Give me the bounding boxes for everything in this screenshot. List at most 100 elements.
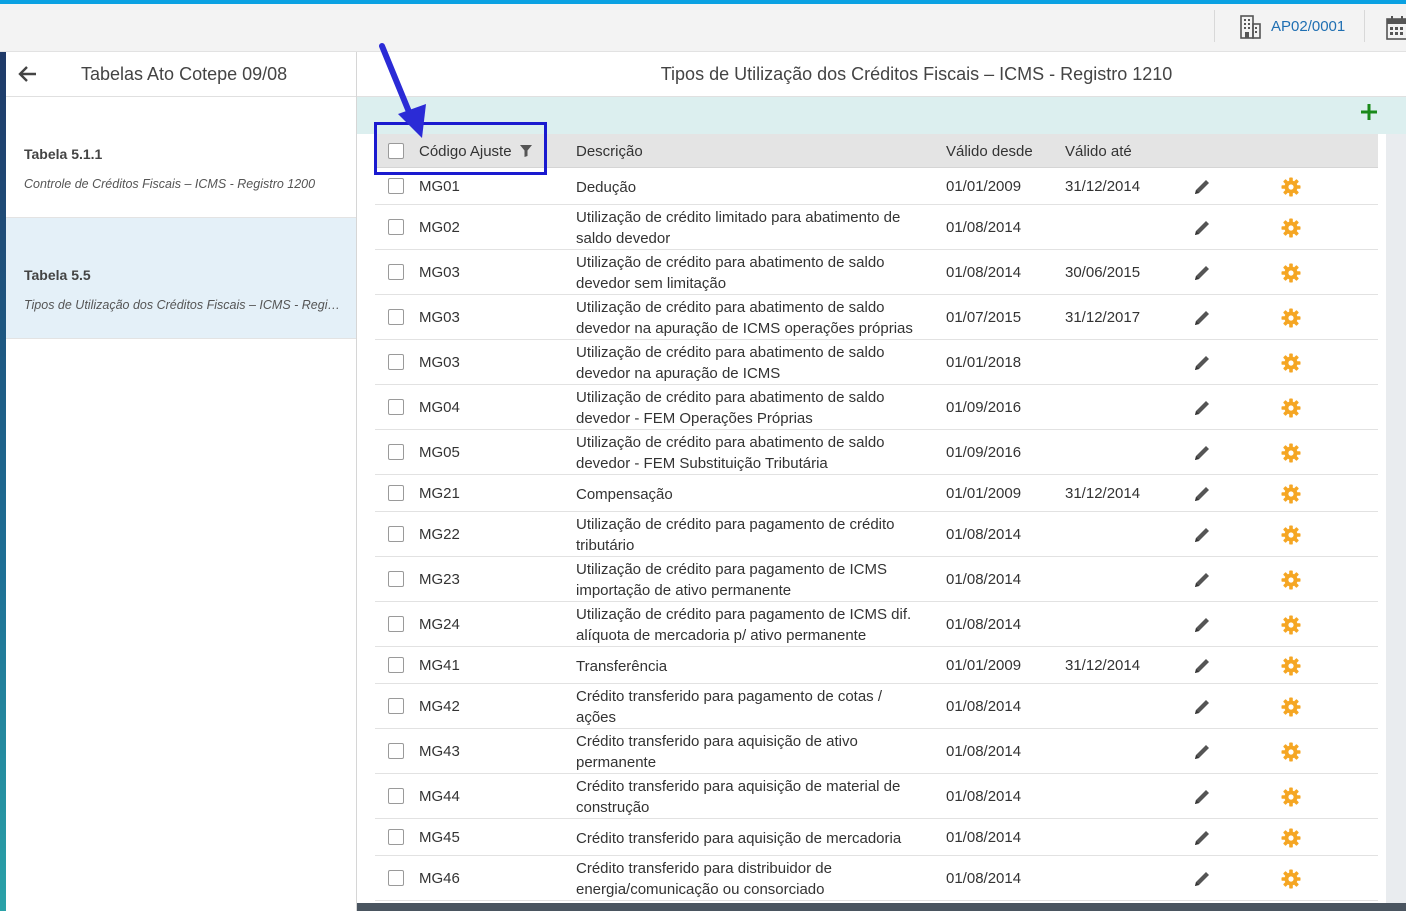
table-row[interactable]: MG04 Utilização de crédito para abatiment… [375, 385, 1378, 430]
table-row[interactable]: MG46 Crédito transferido para distribuido… [375, 856, 1378, 901]
gear-icon[interactable] [1281, 353, 1301, 373]
pencil-icon[interactable] [1192, 484, 1212, 504]
table-row[interactable]: MG23 Utilização de crédito para pagamento… [375, 557, 1378, 602]
cell-to: 30/06/2015 [1065, 264, 1141, 281]
cell-to: 31/12/2014 [1065, 657, 1141, 674]
cell-desc: Utilização de crédito para abatimento de… [576, 254, 885, 292]
pencil-icon[interactable] [1192, 263, 1212, 283]
pencil-icon[interactable] [1192, 787, 1212, 807]
pencil-icon[interactable] [1192, 869, 1212, 889]
plus-icon[interactable] [1359, 102, 1379, 122]
pencil-icon[interactable] [1192, 353, 1212, 373]
row-checkbox[interactable] [388, 354, 404, 370]
divider [1364, 10, 1365, 42]
gear-icon[interactable] [1281, 263, 1301, 283]
gear-icon[interactable] [1281, 787, 1301, 807]
gear-icon[interactable] [1281, 570, 1301, 590]
cell-from: 01/08/2014 [946, 698, 1022, 715]
column-to[interactable]: Válido até [1065, 143, 1132, 160]
pencil-icon[interactable] [1192, 615, 1212, 635]
cell-from: 01/07/2015 [946, 309, 1022, 326]
pencil-icon[interactable] [1192, 742, 1212, 762]
column-from[interactable]: Válido desde [946, 143, 1033, 160]
table-row[interactable]: MG43 Crédito transferido para aquisição d… [375, 729, 1378, 774]
pencil-icon[interactable] [1192, 177, 1212, 197]
pencil-icon[interactable] [1192, 218, 1212, 238]
table-row[interactable]: MG03 Utilização de crédito para abatiment… [375, 250, 1378, 295]
cell-code: MG43 [419, 743, 460, 760]
row-checkbox[interactable] [388, 657, 404, 673]
cell-from: 01/08/2014 [946, 829, 1022, 846]
gear-icon[interactable] [1281, 398, 1301, 418]
gear-icon[interactable] [1281, 525, 1301, 545]
cell-from: 01/01/2009 [946, 657, 1022, 674]
cell-from: 01/08/2014 [946, 788, 1022, 805]
sidebar-item-tabela-5-5[interactable]: Tabela 5.5 Tipos de Utilização dos Crédi… [6, 218, 356, 339]
calendar-icon[interactable] [1386, 15, 1406, 41]
cell-code: MG03 [419, 354, 460, 371]
table-row[interactable]: MG03 Utilização de crédito para abatiment… [375, 295, 1378, 340]
annotation-arrow-icon [379, 43, 426, 138]
table-row[interactable]: MG22 Utilização de crédito para pagamento… [375, 512, 1378, 557]
sidebar-item-desc: Tipos de Utilização dos Créditos Fiscais… [24, 298, 346, 312]
pencil-icon[interactable] [1192, 828, 1212, 848]
row-checkbox[interactable] [388, 788, 404, 804]
table-row[interactable]: MG24 Utilização de crédito para pagamento… [375, 602, 1378, 647]
row-checkbox[interactable] [388, 571, 404, 587]
row-checkbox[interactable] [388, 485, 404, 501]
gear-icon[interactable] [1281, 443, 1301, 463]
row-checkbox[interactable] [388, 870, 404, 886]
table-row[interactable]: MG45 Crédito transferido para aquisição d… [375, 819, 1378, 856]
table-row[interactable]: MG02 Utilização de crédito limitado para … [375, 205, 1378, 250]
scrollbar[interactable] [1386, 134, 1406, 904]
cell-code: MG01 [419, 178, 460, 195]
row-checkbox[interactable] [388, 743, 404, 759]
gear-icon[interactable] [1281, 697, 1301, 717]
row-checkbox[interactable] [388, 616, 404, 632]
gear-icon[interactable] [1281, 177, 1301, 197]
cell-desc: Crédito transferido para pagamento de co… [576, 688, 883, 726]
pencil-icon[interactable] [1192, 308, 1212, 328]
column-desc[interactable]: Descrição [576, 143, 643, 160]
row-checkbox[interactable] [388, 178, 404, 194]
row-checkbox[interactable] [388, 444, 404, 460]
gear-icon[interactable] [1281, 308, 1301, 328]
gear-icon[interactable] [1281, 615, 1301, 635]
row-checkbox[interactable] [388, 829, 404, 845]
cell-from: 01/08/2014 [946, 743, 1022, 760]
building-icon[interactable] [1237, 13, 1263, 41]
row-checkbox[interactable] [388, 526, 404, 542]
pencil-icon[interactable] [1192, 398, 1212, 418]
pencil-icon[interactable] [1192, 525, 1212, 545]
arrow-left-icon[interactable] [16, 62, 40, 86]
table-row[interactable]: MG03 Utilização de crédito para abatiment… [375, 340, 1378, 385]
gear-icon[interactable] [1281, 656, 1301, 676]
row-checkbox[interactable] [388, 264, 404, 280]
table-row[interactable]: MG05 Utilização de crédito para abatiment… [375, 430, 1378, 475]
table-row[interactable]: MG42 Crédito transferido para pagamento d… [375, 684, 1378, 729]
pencil-icon[interactable] [1192, 697, 1212, 717]
gear-icon[interactable] [1281, 484, 1301, 504]
table-row[interactable]: MG44 Crédito transferido para aquisição d… [375, 774, 1378, 819]
cell-code: MG05 [419, 444, 460, 461]
pencil-icon[interactable] [1192, 570, 1212, 590]
gear-icon[interactable] [1281, 218, 1301, 238]
table-row[interactable]: MG21 Compensação 01/01/2009 31/12/2014 [375, 475, 1378, 512]
row-checkbox[interactable] [388, 309, 404, 325]
pencil-icon[interactable] [1192, 656, 1212, 676]
company-link[interactable]: AP02/0001 [1271, 18, 1345, 35]
cell-from: 01/01/2018 [946, 354, 1022, 371]
gear-icon[interactable] [1281, 869, 1301, 889]
row-checkbox[interactable] [388, 219, 404, 235]
top-bar: AP02/0001 [0, 4, 1406, 52]
pencil-icon[interactable] [1192, 443, 1212, 463]
sidebar-item-tabela-5-1-1[interactable]: Tabela 5.1.1 Controle de Créditos Fiscai… [6, 97, 356, 218]
table-row[interactable]: MG41 Transferência 01/01/2009 31/12/2014 [375, 647, 1378, 684]
gear-icon[interactable] [1281, 828, 1301, 848]
cell-to: 31/12/2014 [1065, 485, 1141, 502]
gear-icon[interactable] [1281, 742, 1301, 762]
cell-code: MG44 [419, 788, 460, 805]
cell-from: 01/08/2014 [946, 870, 1022, 887]
row-checkbox[interactable] [388, 399, 404, 415]
row-checkbox[interactable] [388, 698, 404, 714]
